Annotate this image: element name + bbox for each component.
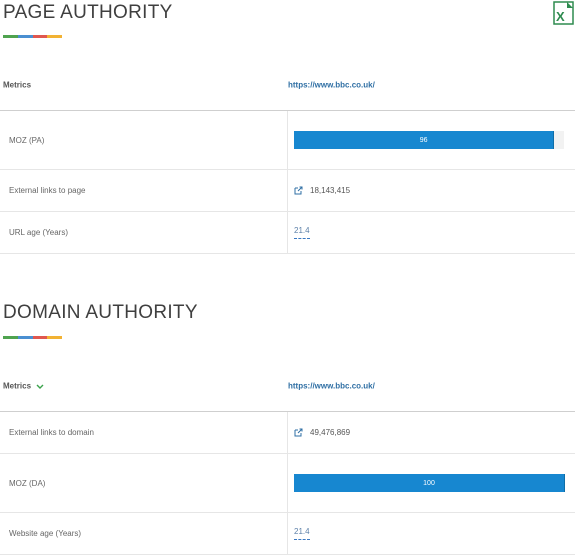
svg-text:X: X <box>556 9 565 24</box>
row-value: 96 <box>289 111 575 169</box>
website-age-value[interactable]: 21.4 <box>294 527 310 540</box>
table-row: URL age (Years) 21.4 <box>0 212 575 254</box>
table-header: Metrics https://www.bbc.co.uk/ <box>0 360 575 412</box>
page: X PAGE AUTHORITY Metrics https://www.bbc… <box>0 0 575 557</box>
moz-pa-value: 96 <box>419 136 428 144</box>
external-link-icon[interactable] <box>294 428 303 437</box>
moz-pa-bar: 96 <box>294 131 564 149</box>
table-row: MOZ (PA) 96 <box>0 111 575 170</box>
moz-pa-bar-fill: 96 <box>294 131 555 149</box>
domain-authority-title: DOMAIN AUTHORITY <box>3 302 198 323</box>
row-value: 100 <box>289 454 575 512</box>
table-row: External links to page 18,143,415 <box>0 170 575 212</box>
moz-da-bar: 100 <box>294 474 565 492</box>
row-label: MOZ (DA) <box>0 454 288 512</box>
row-value: 49,476,869 <box>289 412 575 453</box>
external-links-domain-value: 49,476,869 <box>310 428 351 437</box>
section-underline <box>3 35 62 38</box>
table-header: Metrics https://www.bbc.co.uk/ <box>0 59 575 111</box>
page-authority-title: PAGE AUTHORITY <box>3 2 173 23</box>
metrics-header: Metrics <box>3 80 31 89</box>
external-links-page-value: 18,143,415 <box>310 186 351 195</box>
row-value: 18,143,415 <box>289 170 575 211</box>
row-label: URL age (Years) <box>0 212 288 253</box>
page-authority-table: Metrics https://www.bbc.co.uk/ MOZ (PA) … <box>0 59 575 254</box>
external-link-icon[interactable] <box>294 186 303 195</box>
metrics-label: Metrics <box>3 381 32 390</box>
row-label: External links to domain <box>0 412 288 453</box>
row-label: External links to page <box>0 170 288 211</box>
chevron-down-icon[interactable] <box>36 383 44 389</box>
moz-da-value: 100 <box>423 479 435 487</box>
table-row: External links to domain 49,476,869 <box>0 412 575 454</box>
row-label: MOZ (PA) <box>0 111 288 169</box>
url-link[interactable]: https://www.bbc.co.uk/ <box>288 381 375 390</box>
metrics-label: Metrics <box>3 80 32 89</box>
table-row: MOZ (DA) 100 <box>0 454 575 513</box>
domain-authority-table: Metrics https://www.bbc.co.uk/ External … <box>0 360 575 555</box>
row-value: 21.4 <box>289 513 575 554</box>
url-age-value[interactable]: 21.4 <box>294 226 310 239</box>
section-underline <box>3 336 62 339</box>
row-value: 21.4 <box>289 212 575 253</box>
excel-icon[interactable]: X <box>553 0 575 25</box>
url-link[interactable]: https://www.bbc.co.uk/ <box>288 80 375 89</box>
moz-da-bar-fill: 100 <box>294 474 565 492</box>
table-row: Website age (Years) 21.4 <box>0 513 575 555</box>
metrics-header[interactable]: Metrics <box>3 381 44 390</box>
row-label: Website age (Years) <box>0 513 288 554</box>
